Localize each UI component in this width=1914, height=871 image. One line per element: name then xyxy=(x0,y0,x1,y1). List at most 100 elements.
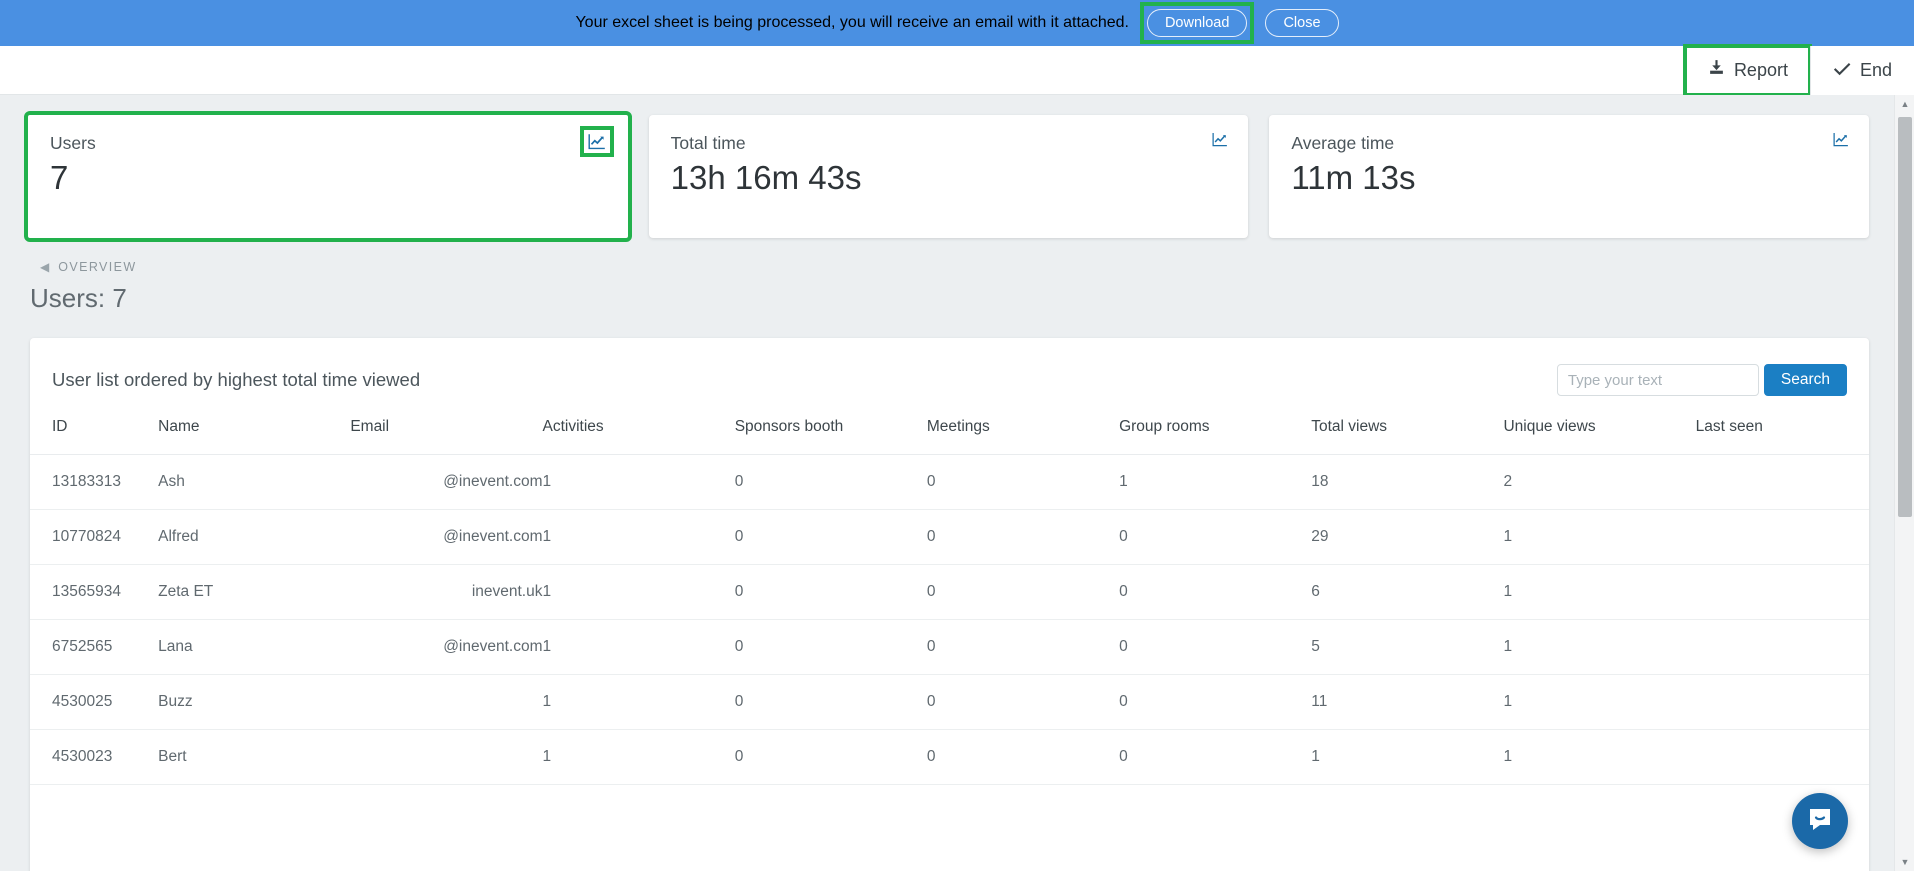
cell-unique-views: 1 xyxy=(1503,509,1696,565)
table-scroll-container[interactable]: ID Name Email Activities Sponsors booth … xyxy=(30,408,1869,785)
chart-line-icon[interactable] xyxy=(1212,132,1228,147)
chart-line-icon[interactable] xyxy=(1833,132,1849,147)
table-header: ID Name Email Activities Sponsors booth … xyxy=(30,408,1869,455)
cell-meetings: 0 xyxy=(926,619,1120,675)
vertical-scrollbar[interactable]: ▲ ▼ xyxy=(1894,95,1914,871)
breadcrumb-overview-link[interactable]: OVERVIEW xyxy=(58,260,136,274)
cell-id: 13565934 xyxy=(30,564,159,620)
cell-group-rooms: 1 xyxy=(1119,454,1312,510)
search-input[interactable] xyxy=(1556,364,1759,396)
cell-email: @inevent.com xyxy=(350,454,543,510)
cell-sponsors-booth: 0 xyxy=(734,729,927,785)
scroll-up-arrow-icon[interactable]: ▲ xyxy=(1895,95,1914,113)
column-header-id[interactable]: ID xyxy=(30,408,159,455)
vertical-scrollbar-thumb[interactable] xyxy=(1898,117,1912,517)
table-row[interactable]: 6752565Lana@inevent.com1000511 hour, 1 xyxy=(30,619,1869,675)
cell-group-rooms: 0 xyxy=(1119,564,1312,620)
end-button[interactable]: End xyxy=(1809,45,1914,95)
cell-total-views: 6 xyxy=(1311,564,1504,620)
cell-total-views: 5 xyxy=(1311,619,1504,675)
table-row[interactable]: 4530025Buzz100011127 min xyxy=(30,674,1869,730)
page-title: Users: 7 xyxy=(30,283,127,313)
cell-last-seen xyxy=(1695,729,1869,785)
cell-email xyxy=(350,729,543,785)
cell-activities: 1 xyxy=(542,564,735,620)
cell-email xyxy=(350,674,543,730)
cell-unique-views: 1 xyxy=(1503,729,1696,785)
table-row[interactable]: 10770824Alfred@inevent.com10002914 hours… xyxy=(30,509,1869,565)
cell-total-views: 11 xyxy=(1311,674,1504,730)
scroll-down-arrow-icon[interactable]: ▼ xyxy=(1895,853,1914,871)
report-button-label: Report xyxy=(1733,59,1788,80)
cell-sponsors-booth: 0 xyxy=(734,454,927,510)
cell-meetings: 0 xyxy=(926,729,1120,785)
table-row[interactable]: 13183313Ash@inevent.com10011824 hours, xyxy=(30,454,1869,510)
stat-card-average-time-value: 11m 13s xyxy=(1291,159,1416,196)
table-body: 13183313Ash@inevent.com10011824 hours,10… xyxy=(30,454,1869,785)
breadcrumb[interactable]: ◀ OVERVIEW xyxy=(0,238,1894,274)
cell-name: Zeta ET xyxy=(158,564,351,620)
cell-activities: 1 xyxy=(542,729,735,785)
report-button[interactable]: Report xyxy=(1684,45,1810,95)
column-header-group-rooms[interactable]: Group rooms xyxy=(1119,408,1312,455)
stat-card-users-title: Users xyxy=(50,133,96,153)
table-row[interactable]: 4530023Bert10001131 secon xyxy=(30,729,1869,785)
table-row[interactable]: 13565934Zeta ETinevent.uk1000612 hours, xyxy=(30,564,1869,620)
cell-activities: 1 xyxy=(542,454,735,510)
stat-card-total-time-title: Total time xyxy=(670,133,746,153)
column-header-sponsors-booth[interactable]: Sponsors booth xyxy=(734,408,927,455)
user-list-panel: User list ordered by highest total time … xyxy=(30,338,1869,871)
column-header-total-views[interactable]: Total views xyxy=(1311,408,1504,455)
download-button-highlight: Download xyxy=(1139,1,1255,45)
cell-unique-views: 1 xyxy=(1503,674,1696,730)
stat-card-average-time[interactable]: Average time 11m 13s xyxy=(1269,115,1870,238)
column-header-meetings[interactable]: Meetings xyxy=(926,408,1120,455)
cell-total-views: 29 xyxy=(1311,509,1504,565)
chart-line-icon[interactable] xyxy=(579,126,614,157)
page-content: Users 7 Total time 13h 16m 43s Average t… xyxy=(0,95,1894,871)
cell-activities: 1 xyxy=(542,509,735,565)
cell-id: 4530025 xyxy=(30,674,159,730)
cell-name: Bert xyxy=(158,729,351,785)
cell-sponsors-booth: 0 xyxy=(734,564,927,620)
column-header-last-seen[interactable]: Last seen xyxy=(1695,408,1869,455)
stat-card-total-time[interactable]: Total time 13h 16m 43s xyxy=(648,115,1249,238)
column-header-unique-views[interactable]: Unique views xyxy=(1503,408,1696,455)
cell-meetings: 0 xyxy=(926,674,1120,730)
column-header-name[interactable]: Name xyxy=(158,408,351,455)
cell-last-seen xyxy=(1695,454,1869,510)
stat-card-users[interactable]: Users 7 xyxy=(24,111,632,242)
cell-id: 6752565 xyxy=(30,619,159,675)
stat-card-average-time-title: Average time xyxy=(1291,133,1395,153)
cell-activities: 1 xyxy=(542,619,735,675)
stat-card-total-time-value: 13h 16m 43s xyxy=(670,159,862,196)
cell-unique-views: 2 xyxy=(1503,454,1696,510)
download-button[interactable]: Download xyxy=(1146,8,1248,38)
column-header-email[interactable]: Email xyxy=(350,408,543,455)
close-banner-button[interactable]: Close xyxy=(1265,8,1339,38)
cell-name: Ash xyxy=(158,454,351,510)
cell-last-seen xyxy=(1695,564,1869,620)
intercom-chat-button[interactable] xyxy=(1792,793,1848,849)
search-area: Search xyxy=(1556,364,1847,396)
download-report-icon xyxy=(1708,59,1725,81)
back-arrow-icon[interactable]: ◀ xyxy=(40,261,49,273)
stat-cards-row: Users 7 Total time 13h 16m 43s Average t… xyxy=(0,95,1894,242)
cell-group-rooms: 0 xyxy=(1119,674,1312,730)
cell-meetings: 0 xyxy=(926,454,1120,510)
panel-header: User list ordered by highest total time … xyxy=(30,338,1869,408)
chat-bubble-icon xyxy=(1805,804,1835,839)
search-button[interactable]: Search xyxy=(1763,364,1847,396)
cell-sponsors-booth: 0 xyxy=(734,674,927,730)
cell-name: Lana xyxy=(158,619,351,675)
cell-email: @inevent.com xyxy=(350,619,543,675)
cell-name: Buzz xyxy=(158,674,351,730)
cell-sponsors-booth: 0 xyxy=(734,509,927,565)
check-icon xyxy=(1833,60,1851,81)
column-header-activities[interactable]: Activities xyxy=(542,408,735,455)
table-header-row: ID Name Email Activities Sponsors booth … xyxy=(30,408,1869,455)
cell-id: 13183313 xyxy=(30,454,159,510)
cell-meetings: 0 xyxy=(926,564,1120,620)
cell-group-rooms: 0 xyxy=(1119,509,1312,565)
cell-id: 10770824 xyxy=(30,509,159,565)
